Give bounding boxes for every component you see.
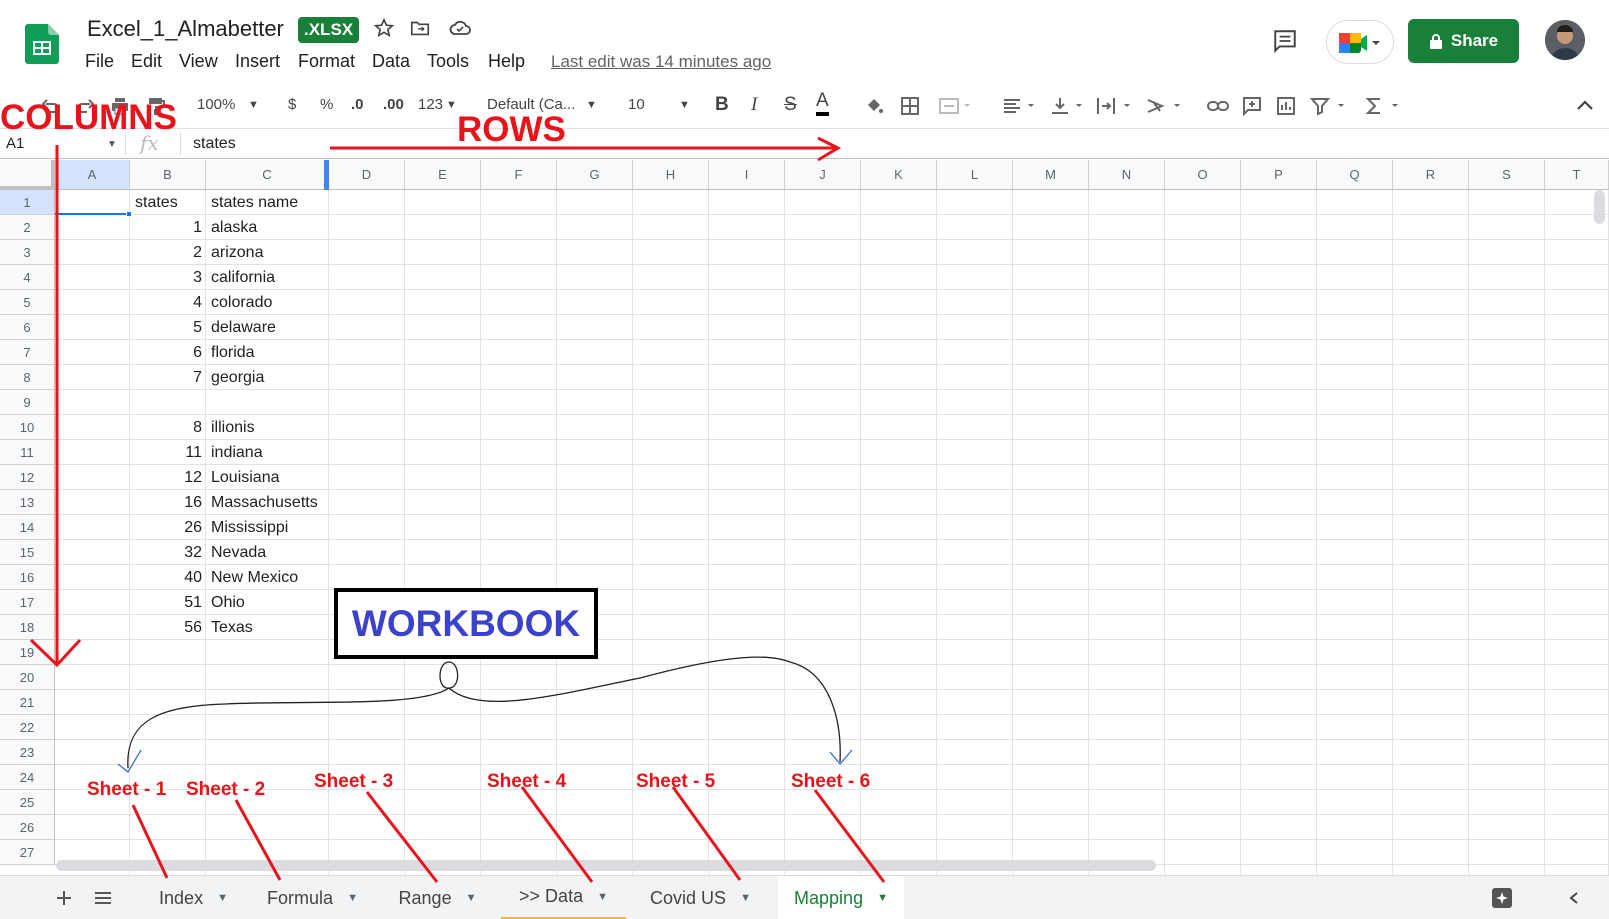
columns-arrow [29, 145, 82, 668]
sheet-pointer-lines [131, 786, 886, 883]
columns-annotation: COLUMNS [0, 98, 177, 137]
sheet-5-label: Sheet - 5 [636, 771, 716, 792]
workbook-callout: WORKBOOK [334, 588, 598, 659]
workbook-arrowheads [117, 749, 853, 773]
sheet-4-label: Sheet - 4 [487, 771, 567, 792]
sheet-6-label: Sheet - 6 [791, 771, 871, 792]
sheet-1-label: Sheet - 1 [87, 779, 167, 800]
rows-annotation: ROWS [457, 110, 566, 149]
sheet-2-label: Sheet - 2 [186, 779, 266, 800]
workbook-branches [127, 656, 841, 769]
workbook-label: WORKBOOK [351, 602, 581, 644]
sheet-3-label: Sheet - 3 [314, 771, 394, 792]
rows-arrow [330, 136, 842, 162]
spreadsheet-app: Excel_1_Almabetter .XLSX File Edit View … [0, 0, 1609, 919]
